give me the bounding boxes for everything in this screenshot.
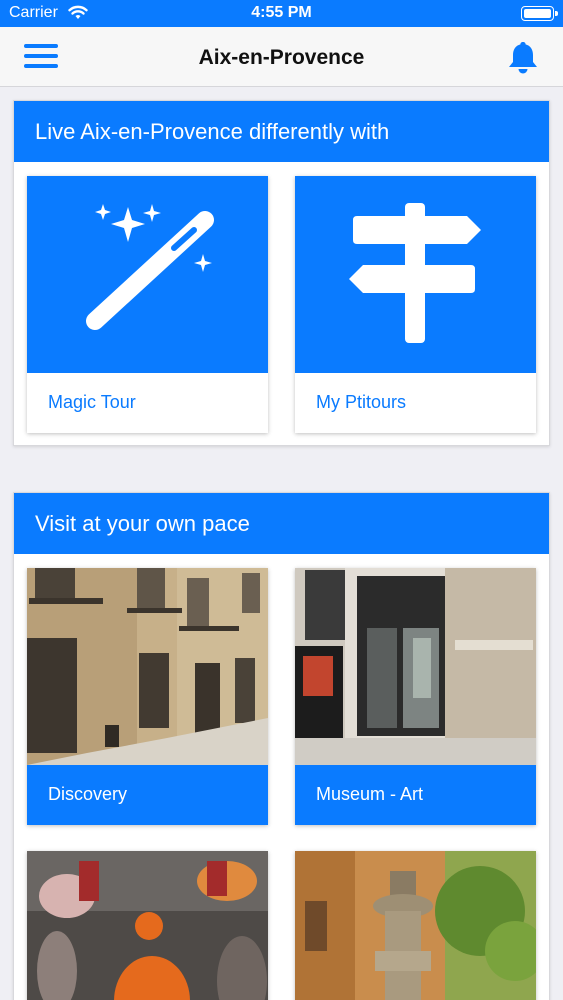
magic-wand-icon	[86, 204, 214, 330]
magic-tour-tile[interactable]: Magic Tour	[27, 176, 268, 433]
live-differently-section: Live Aix-en-Provence differently with Ma…	[13, 100, 550, 446]
navigation-bar: Aix-en-Provence	[0, 27, 563, 87]
fountain-square-photo	[295, 851, 536, 1000]
page-title: Aix-en-Provence	[198, 46, 365, 69]
battery-icon	[521, 6, 558, 21]
status-bar: Carrier 4:55 PM	[0, 0, 563, 27]
museum-entrance-photo	[295, 568, 536, 765]
performance-tile[interactable]	[27, 851, 268, 1000]
performance-photo	[27, 851, 268, 1000]
discovery-tile[interactable]: Discovery	[27, 568, 268, 825]
section-header: Live Aix-en-Provence differently with	[14, 101, 549, 162]
visit-own-pace-section: Visit at your own pace Discovery Museum …	[13, 492, 550, 1000]
signpost-icon	[349, 203, 481, 343]
my-ptitours-label: My Ptitours	[316, 392, 407, 412]
magic-tour-label: Magic Tour	[48, 392, 136, 412]
street-facade-photo	[27, 568, 268, 765]
bell-icon[interactable]	[505, 39, 541, 80]
clock: 4:55 PM	[251, 4, 312, 21]
discovery-label: Discovery	[27, 765, 268, 825]
section-header: Visit at your own pace	[14, 493, 549, 554]
fountain-tile[interactable]	[295, 851, 536, 1000]
museum-art-tile[interactable]: Museum - Art	[295, 568, 536, 825]
museum-art-label: Museum - Art	[295, 765, 536, 825]
my-ptitours-tile[interactable]: My Ptitours	[295, 176, 536, 433]
